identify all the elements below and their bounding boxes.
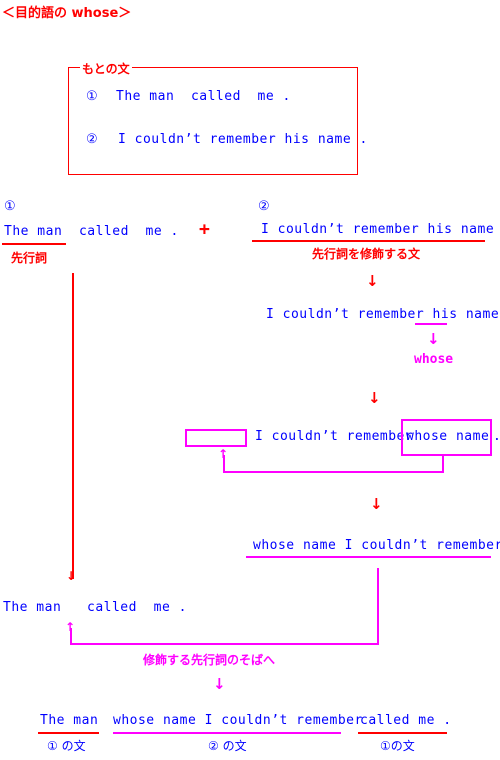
his-word: his (432, 307, 458, 322)
step1-sentence-2: I couldn’t remember his name . (261, 222, 500, 237)
down-arrow-icon: ↓ (213, 675, 226, 693)
final-label-3: ①の文 (380, 739, 415, 753)
down-arrow-icon: ↓ (370, 495, 383, 513)
step2-sentence: I couldn’t remember his name . (266, 307, 500, 322)
move-line-right (377, 568, 379, 645)
antecedent-label: 先行詞 (11, 251, 48, 265)
original-sentence-1-number: ① (86, 89, 99, 104)
original-sentence-2: I couldn’t remember his name . (118, 132, 368, 147)
final-underline-3 (358, 732, 447, 734)
antecedent-down-line (72, 273, 74, 579)
whose-replacement: whose (414, 352, 454, 367)
his-underline (415, 323, 447, 325)
step1-sentence-1: The man called me . (4, 224, 179, 239)
final-part-3: called me . (360, 713, 452, 728)
final-part-1: The man (40, 713, 99, 728)
original-sentences-box (68, 67, 358, 175)
step1-sentence-2-number: ② (258, 199, 271, 214)
move-bracket-bottom (223, 471, 444, 473)
up-arrow-icon: ↑ (218, 447, 229, 461)
whose-name-boxed: whose name (406, 429, 490, 444)
modifier-underline (252, 240, 485, 242)
move-line-bottom (70, 643, 379, 645)
original-sentence-2-number: ② (86, 132, 99, 147)
step3-period: . (493, 429, 500, 444)
step5-the-man: The man (3, 600, 62, 615)
modifier-label: 先行詞を修飾する文 (312, 247, 421, 261)
down-arrow-icon: ↓ (368, 389, 381, 407)
final-part-2: whose name I couldn’t remember (113, 713, 363, 728)
original-box-label: もとの文 (80, 60, 132, 77)
page-title: ＜目的語の whose＞ (2, 6, 132, 21)
step1-sentence-1-number: ① (4, 199, 17, 214)
step4-underline (246, 556, 491, 558)
step4-sentence: whose name I couldn’t remember . (253, 538, 500, 553)
final-label-1: ① の文 (47, 739, 86, 753)
step2-suffix: name . (465, 307, 500, 322)
up-arrow-icon: ↑ (65, 620, 76, 634)
down-arrow-icon: ↓ (66, 569, 77, 583)
antecedent-underline (2, 243, 66, 245)
final-underline-1 (38, 732, 99, 734)
down-arrow-icon: ↓ (427, 330, 440, 348)
down-arrow-icon: ↓ (366, 272, 379, 290)
step2-prefix: I couldn’t remember (266, 307, 433, 322)
original-sentence-1: The man called me . (116, 89, 291, 104)
empty-slot-box (185, 429, 247, 447)
plus-sign: + (199, 219, 210, 240)
final-underline-2 (113, 732, 341, 734)
step3-sentence: I couldn’t remember (255, 429, 422, 444)
move-label: 修飾する先行詞のそばへ (143, 653, 276, 667)
step5-called-me: called me . (87, 600, 187, 615)
final-label-2: ② の文 (208, 739, 247, 753)
